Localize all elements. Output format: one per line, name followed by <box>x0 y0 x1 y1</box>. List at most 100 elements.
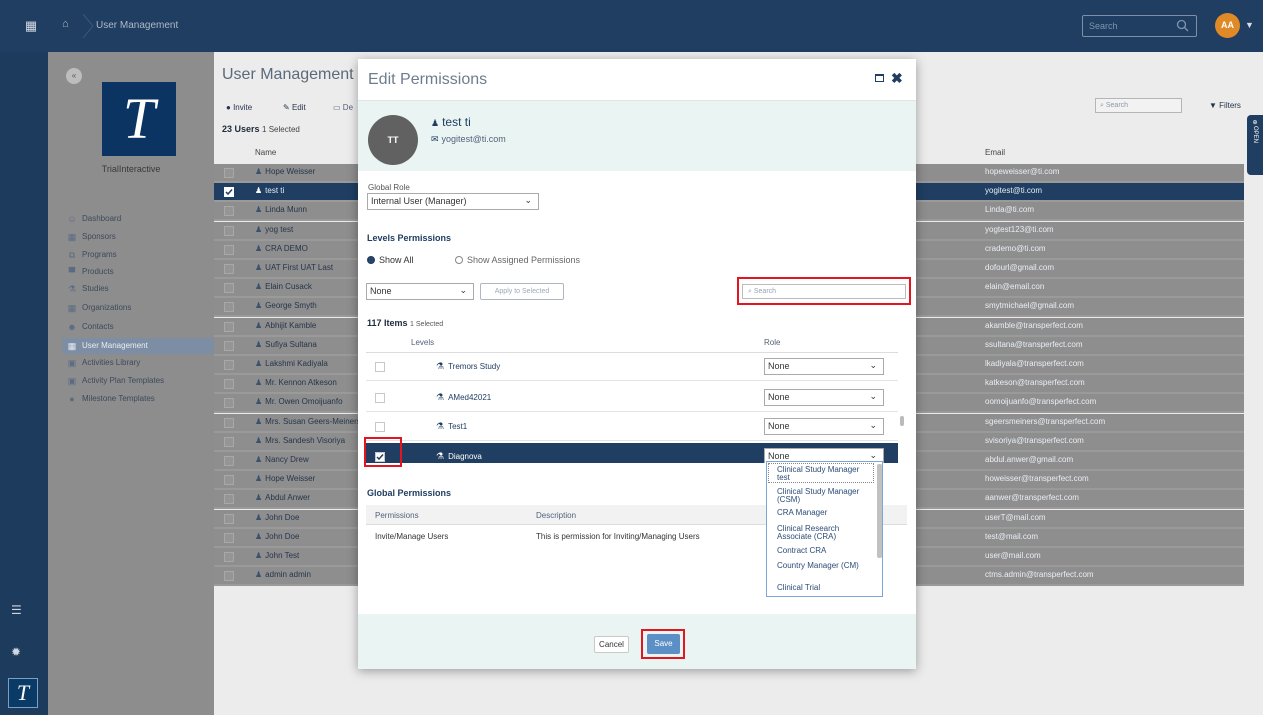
sidebar-item-contacts[interactable]: ☻ Contacts <box>62 319 214 335</box>
level-row[interactable]: ⚗ AMed42021 None ⌄ <box>366 384 898 412</box>
apps-grid-icon[interactable]: ▦ <box>18 18 44 34</box>
level-row[interactable]: ⚗ Diagnova None ⌄ <box>366 443 898 463</box>
apply-to-selected-button[interactable]: Apply to Selected <box>480 283 564 300</box>
row-checkbox[interactable] <box>224 187 234 198</box>
deactivate-button[interactable]: ▭ De <box>333 103 353 112</box>
row-checkbox[interactable] <box>224 532 234 543</box>
dropdown-option[interactable]: Clinical Trial <box>777 584 873 592</box>
row-checkbox[interactable] <box>224 321 234 332</box>
user-name: ♟ Mrs. Sandesh Visoriya <box>255 436 365 445</box>
row-checkbox[interactable] <box>224 379 234 390</box>
global-role-select[interactable]: Internal User (Manager) ⌄ <box>367 193 539 210</box>
dropdown-option[interactable]: Contract CRA <box>777 547 873 555</box>
bulk-role-select[interactable]: None ⌄ <box>366 283 474 300</box>
level-checkbox[interactable] <box>375 422 385 432</box>
sidebar-item-programs[interactable]: ⧉ Programs <box>62 247 214 263</box>
user-search-input[interactable]: ⌕ Search <box>1095 98 1182 113</box>
dropdown-option[interactable]: Clinical Research Associate (CRA) <box>777 525 873 541</box>
maximize-icon[interactable] <box>875 74 884 82</box>
building-icon: ▦ <box>67 232 77 242</box>
person-icon: ♟ <box>255 301 263 311</box>
row-checkbox[interactable] <box>224 264 234 274</box>
role-select[interactable]: None ⌄ <box>764 358 884 375</box>
cancel-button[interactable]: Cancel <box>594 636 629 653</box>
chevron-down-icon[interactable]: ▼ <box>1245 20 1254 30</box>
row-checkbox[interactable] <box>224 206 234 217</box>
person-icon: ♟ <box>255 455 263 464</box>
row-checkbox[interactable] <box>224 225 234 236</box>
row-checkbox[interactable] <box>224 475 234 486</box>
dropdown-option[interactable]: CRA Manager <box>777 509 873 517</box>
user-name: ♟ CRA DEMO <box>255 244 365 253</box>
row-checkbox[interactable] <box>224 417 234 428</box>
show-assigned-radio[interactable]: Show Assigned Permissions <box>455 255 580 265</box>
row-checkbox[interactable] <box>224 244 234 255</box>
role-select[interactable]: None ⌄ <box>764 389 884 406</box>
dropdown-option[interactable]: Country Manager (CM) <box>777 562 873 570</box>
home-icon[interactable]: ⌂ <box>62 18 69 30</box>
column-header-email[interactable]: Email <box>985 148 1005 157</box>
envelope-icon: ✉ <box>431 134 439 144</box>
dropdown-option[interactable]: Clinical Study Manager (CSM) <box>777 488 873 504</box>
row-checkbox[interactable] <box>224 302 234 313</box>
row-checkbox[interactable] <box>224 571 234 582</box>
user-name-text: Linda Munn <box>265 205 307 215</box>
permission-description: This is permission for Inviting/Managing… <box>536 532 700 541</box>
invite-button[interactable]: ● Invite <box>226 103 252 112</box>
user-email: Linda@ti.com <box>985 205 1035 215</box>
gear-icon[interactable]: ✹ <box>11 645 21 659</box>
sidebar-item-studies[interactable]: ⚗ Studies <box>62 281 214 297</box>
menu-icon[interactable]: ☰ <box>11 603 22 617</box>
row-checkbox[interactable] <box>224 552 234 562</box>
app-logo-icon[interactable]: T <box>8 678 38 708</box>
level-checkbox[interactable] <box>375 362 385 372</box>
row-checkbox[interactable] <box>224 436 234 447</box>
edit-button[interactable]: ✎ Edit <box>283 103 306 112</box>
sidebar-item-products[interactable]: ▀ Products <box>62 264 214 280</box>
flask-icon: ⚗ <box>67 284 77 294</box>
dropdown-scrollbar[interactable] <box>877 464 882 558</box>
row-checkbox[interactable] <box>224 456 234 466</box>
user-email: akamble@transperfect.com <box>985 320 1083 330</box>
user-email: user@mail.com <box>985 551 1041 560</box>
template-icon: ▣ <box>67 376 77 386</box>
user-email: userT@mail.com <box>985 512 1046 522</box>
level-row[interactable]: ⚗ Tremors Study None ⌄ <box>366 353 898 381</box>
row-checkbox[interactable] <box>224 168 234 178</box>
person-icon: ♟ <box>255 167 263 176</box>
person-icon: ♟ <box>255 474 263 484</box>
sidebar-item-sponsors[interactable]: ▦ Sponsors <box>62 229 214 245</box>
row-checkbox[interactable] <box>224 360 234 370</box>
person-icon: ♟ <box>255 570 263 580</box>
sidebar-item-organizations[interactable]: ▦ Organizations <box>62 300 214 316</box>
show-all-radio[interactable]: Show All <box>367 255 414 265</box>
row-checkbox[interactable] <box>224 398 234 409</box>
open-side-tab[interactable]: ⊕ OPEN <box>1247 115 1263 175</box>
row-checkbox[interactable] <box>224 340 234 351</box>
column-header-name[interactable]: Name <box>255 148 276 157</box>
dropdown-option[interactable]: Clinical Study Manager test <box>777 466 873 482</box>
level-row[interactable]: ⚗ Test1 None ⌄ <box>366 413 898 441</box>
profile-name: ♟ test ti <box>431 115 471 129</box>
sidebar-item-dashboard[interactable]: ☺ Dashboard <box>62 211 214 227</box>
modal-title: Edit Permissions <box>368 71 488 88</box>
user-name: ♟ admin admin <box>255 570 365 579</box>
sidebar-item-activity-plan-templates[interactable]: ▣ Activity Plan Templates <box>62 373 214 389</box>
levels-scrollbar[interactable] <box>900 416 904 426</box>
sidebar-item-milestone-templates[interactable]: ● Milestone Templates <box>62 391 214 407</box>
breadcrumb-current[interactable]: User Management <box>96 20 178 31</box>
role-select[interactable]: None ⌄ <box>764 418 884 435</box>
close-icon[interactable]: ✖ <box>891 70 903 87</box>
level-checkbox[interactable] <box>375 393 385 403</box>
row-checkbox[interactable] <box>224 513 234 524</box>
row-checkbox[interactable] <box>224 494 234 505</box>
user-avatar[interactable]: AA <box>1215 13 1240 38</box>
collapse-sidebar-icon[interactable]: « <box>66 68 82 84</box>
sidebar-item-user-management[interactable]: ▦ User Management <box>62 338 214 354</box>
filters-button[interactable]: ▼ Filters <box>1209 101 1241 110</box>
row-checkbox[interactable] <box>224 283 234 294</box>
user-name-text: George Smyth <box>265 301 317 311</box>
search-icon[interactable] <box>1176 19 1189 32</box>
role-dropdown-list[interactable]: Clinical Study Manager test Clinical Stud… <box>766 461 883 597</box>
sidebar-item-activities-library[interactable]: ▣ Activities Library <box>62 355 214 371</box>
